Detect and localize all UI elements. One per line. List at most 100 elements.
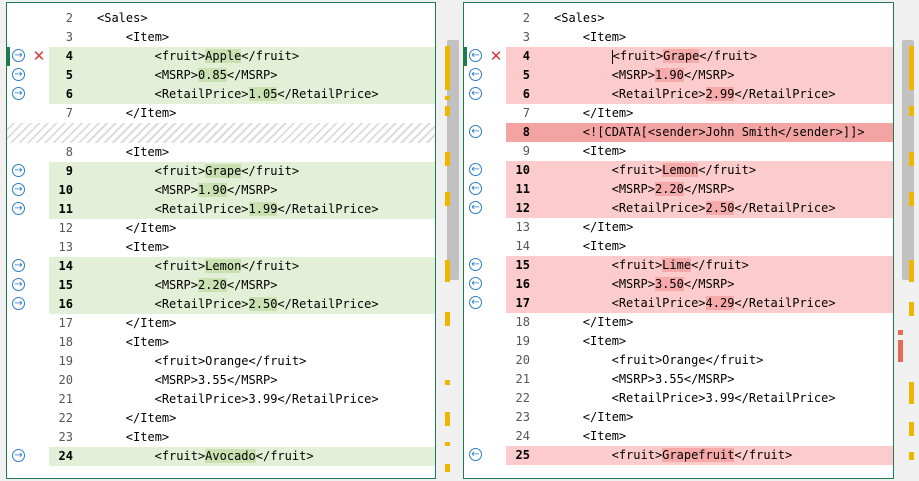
right-overview-scrollbar[interactable] bbox=[898, 2, 916, 479]
code-text[interactable]: <RetailPrice>3.99</RetailPrice> bbox=[155, 390, 379, 409]
code-text[interactable]: <RetailPrice>1.99</RetailPrice> bbox=[155, 200, 379, 219]
code-text[interactable]: <fruit>Grape</fruit> bbox=[611, 47, 757, 66]
code-text[interactable]: <fruit>Grape</fruit> bbox=[155, 162, 299, 181]
right-editor-pane[interactable]: 2 <Sales> 3 <Item> ← ✕ 4 <fruit>Grape</fruit> ← 5… bbox=[463, 2, 894, 479]
code-text[interactable]: <MSRP>1.90</MSRP> bbox=[612, 66, 734, 85]
diff-line-changed[interactable]: ← 17 <RetailPrice>4.29</RetailPrice> bbox=[464, 294, 893, 313]
diff-line-changed[interactable]: ← 10 <fruit>Lemon</fruit> bbox=[464, 161, 893, 180]
diff-line[interactable]: 7 </Item> bbox=[7, 104, 435, 123]
arrow-left-circle-icon[interactable]: ← bbox=[469, 296, 482, 309]
code-text[interactable]: <Item> bbox=[583, 332, 626, 351]
code-text[interactable]: <MSRP>3.50</MSRP> bbox=[612, 275, 734, 294]
diff-line[interactable]: 12 </Item> bbox=[7, 219, 435, 238]
diff-line[interactable]: 22 </Item> bbox=[7, 409, 435, 428]
code-text[interactable]: <fruit>Lemon</fruit> bbox=[612, 161, 756, 180]
code-text[interactable]: <Item> bbox=[126, 238, 169, 257]
code-text[interactable]: <RetailPrice>2.50</RetailPrice> bbox=[612, 199, 836, 218]
code-text[interactable]: <MSRP>3.55</MSRP> bbox=[612, 370, 735, 389]
code-text[interactable]: <RetailPrice>3.99</RetailPrice> bbox=[612, 389, 836, 408]
diff-line-changed[interactable]: ← 8 <![CDATA[<sender>John Smith</sender>]]… bbox=[464, 123, 893, 142]
arrow-right-circle-icon[interactable]: → bbox=[12, 87, 25, 100]
arrow-left-circle-icon[interactable]: ← bbox=[469, 277, 482, 290]
code-text[interactable]: <RetailPrice>4.29</RetailPrice> bbox=[612, 294, 836, 313]
code-text[interactable]: </Item> bbox=[126, 314, 177, 333]
arrow-left-circle-icon[interactable]: ← bbox=[469, 163, 482, 176]
arrow-left-circle-icon[interactable]: ← bbox=[469, 49, 482, 62]
arrow-right-circle-icon[interactable]: → bbox=[12, 297, 25, 310]
diff-line[interactable]: 18 </Item> bbox=[464, 313, 893, 332]
code-text[interactable]: <fruit>Lemon</fruit> bbox=[155, 257, 299, 276]
diff-line[interactable]: 3 <Item> bbox=[7, 28, 435, 47]
diff-line-changed[interactable]: ← 16 <MSRP>3.50</MSRP> bbox=[464, 275, 893, 294]
close-icon[interactable]: ✕ bbox=[32, 47, 46, 66]
code-text[interactable]: </Item> bbox=[583, 218, 634, 237]
arrow-left-circle-icon[interactable]: ← bbox=[469, 448, 482, 461]
diff-line[interactable]: 20 <fruit>Orange</fruit> bbox=[464, 351, 893, 370]
diff-line-changed[interactable]: ← 6 <RetailPrice>2.99</RetailPrice> bbox=[464, 85, 893, 104]
code-text[interactable]: <Item> bbox=[583, 142, 626, 161]
arrow-right-circle-icon[interactable]: → bbox=[12, 68, 25, 81]
code-text[interactable]: </Item> bbox=[126, 104, 177, 123]
code-text[interactable]: <Item> bbox=[126, 333, 169, 352]
diff-line-changed[interactable]: → 11 <RetailPrice>1.99</RetailPrice> bbox=[7, 200, 435, 219]
diff-line-changed[interactable]: → 9 <fruit>Grape</fruit> bbox=[7, 162, 435, 181]
arrow-left-circle-icon[interactable]: ← bbox=[469, 87, 482, 100]
diff-line[interactable]: 24 <Item> bbox=[464, 427, 893, 446]
diff-line[interactable]: 19 <fruit>Orange</fruit> bbox=[7, 352, 435, 371]
diff-line[interactable]: 21 <RetailPrice>3.99</RetailPrice> bbox=[7, 390, 435, 409]
diff-line-changed[interactable]: ← 12 <RetailPrice>2.50</RetailPrice> bbox=[464, 199, 893, 218]
code-text[interactable]: <RetailPrice>2.99</RetailPrice> bbox=[612, 85, 836, 104]
code-text[interactable]: <Item> bbox=[583, 237, 626, 256]
diff-line[interactable]: 21 <MSRP>3.55</MSRP> bbox=[464, 370, 893, 389]
diff-line-changed[interactable]: → 14 <fruit>Lemon</fruit> bbox=[7, 257, 435, 276]
diff-line[interactable]: 3 <Item> bbox=[464, 28, 893, 47]
code-text[interactable]: </Item> bbox=[583, 313, 634, 332]
code-text[interactable]: <Item> bbox=[126, 28, 169, 47]
code-text[interactable]: <Item> bbox=[583, 427, 626, 446]
code-text[interactable]: <Item> bbox=[126, 143, 169, 162]
code-text[interactable]: </Item> bbox=[126, 409, 177, 428]
diff-line-changed[interactable]: ← ✕ 4 <fruit>Grape</fruit> bbox=[464, 47, 893, 66]
diff-line-changed[interactable]: → 24 <fruit>Avocado</fruit> bbox=[7, 447, 435, 466]
diff-line[interactable]: 22 <RetailPrice>3.99</RetailPrice> bbox=[464, 389, 893, 408]
code-text[interactable]: <fruit>Apple</fruit> bbox=[155, 47, 299, 66]
diff-line[interactable]: 20 <MSRP>3.55</MSRP> bbox=[7, 371, 435, 390]
diff-line[interactable]: 9 <Item> bbox=[464, 142, 893, 161]
diff-line[interactable]: 7 </Item> bbox=[464, 104, 893, 123]
diff-line-changed[interactable]: → ✕ 4 <fruit>Apple</fruit> bbox=[7, 47, 435, 66]
code-text[interactable]: <RetailPrice>2.50</RetailPrice> bbox=[155, 295, 379, 314]
arrow-left-circle-icon[interactable]: ← bbox=[469, 182, 482, 195]
arrow-right-circle-icon[interactable]: → bbox=[12, 49, 25, 62]
code-text[interactable]: <fruit>Grapefruit</fruit> bbox=[612, 446, 792, 465]
diff-line[interactable]: 19 <Item> bbox=[464, 332, 893, 351]
arrow-left-circle-icon[interactable]: ← bbox=[469, 258, 482, 271]
code-text[interactable]: <MSRP>2.20</MSRP> bbox=[155, 276, 277, 295]
diff-line[interactable]: 2 <Sales> bbox=[7, 9, 435, 28]
code-text[interactable]: <MSRP>3.55</MSRP> bbox=[155, 371, 278, 390]
code-text[interactable]: <fruit>Orange</fruit> bbox=[612, 351, 764, 370]
code-text[interactable]: <![CDATA[<sender>John Smith</sender>]]> bbox=[583, 123, 865, 142]
diff-line-changed[interactable]: → 10 <MSRP>1.90</MSRP> bbox=[7, 181, 435, 200]
diff-line-changed[interactable]: ← 25 <fruit>Grapefruit</fruit> bbox=[464, 446, 893, 465]
arrow-left-circle-icon[interactable]: ← bbox=[469, 201, 482, 214]
diff-line[interactable]: 23 <Item> bbox=[7, 428, 435, 447]
diff-line[interactable]: 18 <Item> bbox=[7, 333, 435, 352]
code-text[interactable]: <MSRP>2.20</MSRP> bbox=[612, 180, 734, 199]
arrow-left-circle-icon[interactable]: ← bbox=[469, 125, 482, 138]
arrow-right-circle-icon[interactable]: → bbox=[12, 259, 25, 272]
arrow-right-circle-icon[interactable]: → bbox=[12, 449, 25, 462]
diff-line-changed[interactable]: → 16 <RetailPrice>2.50</RetailPrice> bbox=[7, 295, 435, 314]
code-text[interactable]: <fruit>Lime</fruit> bbox=[612, 256, 749, 275]
left-overview-scrollbar[interactable] bbox=[443, 2, 461, 479]
diff-line-changed[interactable]: → 5 <MSRP>0.85</MSRP> bbox=[7, 66, 435, 85]
diff-line-changed[interactable]: ← 15 <fruit>Lime</fruit> bbox=[464, 256, 893, 275]
diff-line[interactable]: 13 <Item> bbox=[7, 238, 435, 257]
code-text[interactable]: <Sales> bbox=[554, 9, 605, 28]
diff-line[interactable]: 13 </Item> bbox=[464, 218, 893, 237]
diff-line-changed[interactable]: → 6 <RetailPrice>1.05</RetailPrice> bbox=[7, 85, 435, 104]
diff-line[interactable]: 17 </Item> bbox=[7, 314, 435, 333]
diff-line[interactable]: 14 <Item> bbox=[464, 237, 893, 256]
code-text[interactable]: <MSRP>1.90</MSRP> bbox=[155, 181, 277, 200]
arrow-right-circle-icon[interactable]: → bbox=[12, 202, 25, 215]
arrow-right-circle-icon[interactable]: → bbox=[12, 164, 25, 177]
